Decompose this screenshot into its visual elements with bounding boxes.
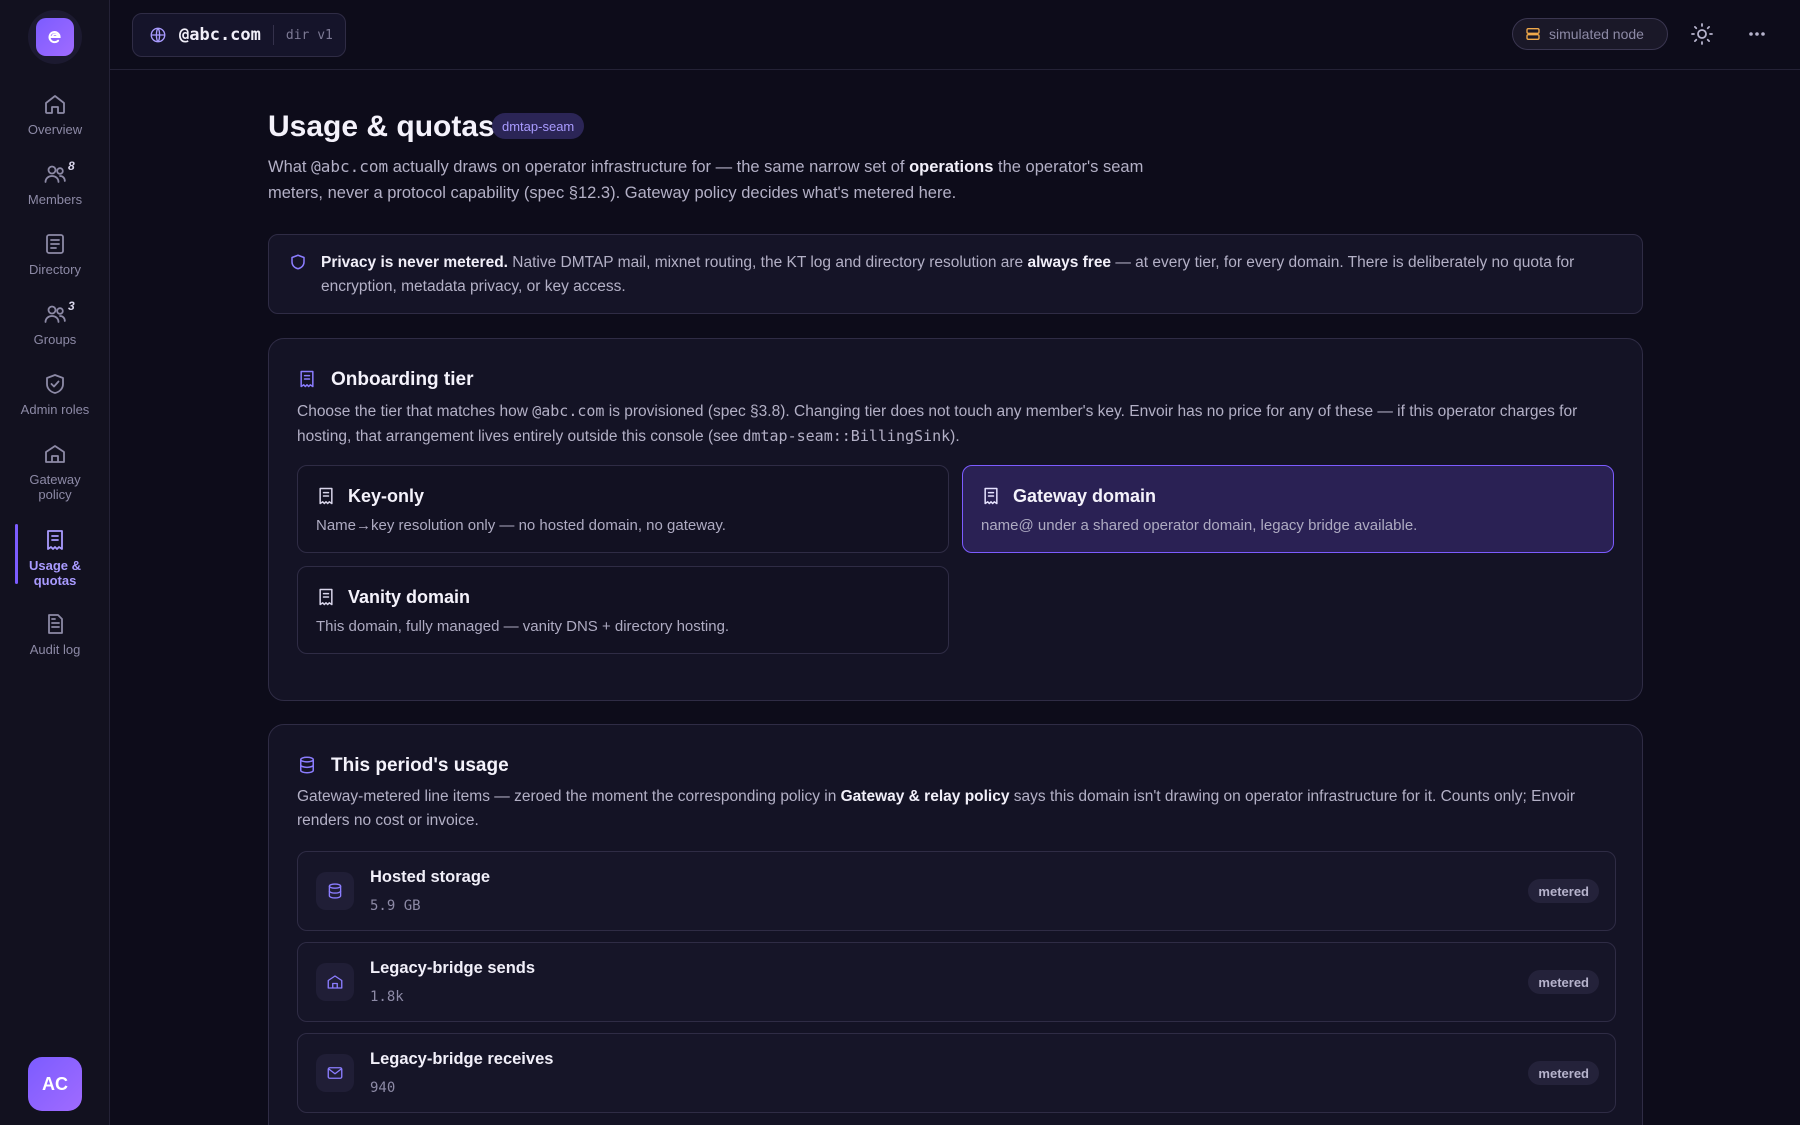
usage-item-value: 1.8k bbox=[370, 989, 404, 1005]
usage-item-legacy-bridge-receives[interactable]: Legacy-bridge receives 940 metered bbox=[297, 1033, 1616, 1113]
gateway-icon bbox=[316, 963, 354, 1001]
metered-badge: metered bbox=[1528, 1061, 1599, 1085]
sidebar-item-overview[interactable]: Overview bbox=[0, 92, 110, 137]
sidebar-item-members[interactable]: 8 Members bbox=[0, 159, 110, 207]
page-intro: What @abc.com actually draws on operator… bbox=[268, 157, 1144, 202]
receipt-icon bbox=[47, 530, 63, 550]
sidebar-item-audit-log[interactable]: Audit log bbox=[0, 612, 110, 657]
usage-item-value: 5.9 GB bbox=[370, 898, 421, 914]
usage-item-name: Hosted storage bbox=[370, 868, 491, 886]
metered-badge: metered bbox=[1528, 970, 1599, 994]
database-icon bbox=[316, 872, 354, 910]
tier-name: Key-only bbox=[348, 486, 425, 506]
sidebar-item-label: Members bbox=[27, 192, 83, 207]
avatar[interactable]: AC bbox=[28, 1057, 82, 1111]
gateway-icon bbox=[45, 445, 65, 463]
tier-option-key-only[interactable]: Key-only Name→key resolution only — no h… bbox=[297, 465, 949, 553]
tier-description: This domain, fully managed — vanity DNS … bbox=[316, 618, 730, 635]
sidebar-item-label: Usage & quotas bbox=[28, 558, 82, 588]
domain-name: @abc.com bbox=[179, 25, 261, 45]
sidebar-item-label: Admin roles bbox=[20, 402, 90, 417]
sidebar-item-admin-roles[interactable]: Admin roles bbox=[0, 372, 110, 417]
shield-check-icon bbox=[46, 374, 64, 394]
card-title: Onboarding tier bbox=[331, 369, 474, 390]
sidebar-item-directory[interactable]: Directory bbox=[0, 232, 110, 277]
avatar-initials: AC bbox=[42, 1073, 68, 1094]
users-icon bbox=[44, 305, 66, 323]
page-title: Usage & quotas bbox=[268, 110, 495, 143]
divider bbox=[272, 25, 274, 45]
file-text-icon bbox=[48, 614, 63, 634]
node-status-label: simulated node bbox=[1549, 26, 1644, 42]
receipt-icon bbox=[319, 588, 333, 606]
receipt-icon bbox=[319, 487, 333, 505]
sidebar-item-label: Audit log bbox=[29, 642, 81, 657]
sidebar-item-groups[interactable]: 3 Groups bbox=[0, 299, 110, 347]
usage-item-name: Legacy-bridge receives bbox=[370, 1050, 554, 1068]
database-icon bbox=[300, 756, 314, 774]
tier-description: name@ under a shared operator domain, le… bbox=[981, 517, 1418, 534]
receipt-icon bbox=[984, 487, 998, 505]
more-options-icon[interactable] bbox=[1745, 22, 1769, 46]
logo-icon bbox=[36, 18, 74, 56]
sidebar-item-gateway-policy[interactable]: Gateway policy bbox=[0, 442, 110, 502]
globe-icon bbox=[150, 27, 166, 43]
period-usage-card: This period's usage Gateway-metered line… bbox=[268, 724, 1643, 1125]
topbar: @abc.com dir v1 simulated node bbox=[110, 0, 1800, 70]
logo[interactable] bbox=[28, 10, 82, 64]
sidebar-item-label: Overview bbox=[27, 122, 83, 137]
page-tag: dmtap-seam bbox=[492, 113, 585, 139]
sidebar-item-label: Gateway policy bbox=[29, 472, 81, 502]
users-icon bbox=[44, 165, 66, 183]
card-description: Gateway-metered line items — zeroed the … bbox=[297, 788, 1576, 829]
usage-item-value: 940 bbox=[370, 1080, 396, 1096]
tier-name: Vanity domain bbox=[348, 587, 471, 607]
tier-name: Gateway domain bbox=[1013, 486, 1157, 506]
sidebar-item-usage-quotas[interactable]: Usage & quotas bbox=[0, 524, 110, 588]
sidebar-item-label: Groups bbox=[33, 332, 77, 347]
node-status-badge[interactable]: simulated node bbox=[1512, 18, 1668, 50]
onboarding-tier-card: Onboarding tier Choose the tier that mat… bbox=[268, 338, 1643, 701]
domain-switcher[interactable]: @abc.com dir v1 bbox=[132, 13, 346, 57]
usage-item-name: Legacy-bridge sends bbox=[370, 959, 536, 977]
directory-version: dir v1 bbox=[285, 27, 333, 43]
shield-icon bbox=[291, 254, 305, 270]
privacy-notice: Privacy is never metered. Native DMTAP m… bbox=[268, 234, 1643, 314]
tier-option-vanity-domain[interactable]: Vanity domain This domain, fully managed… bbox=[297, 566, 949, 654]
home-icon bbox=[45, 95, 65, 114]
sidebar: Overview 8 Members Directory 3 Groups Ad… bbox=[0, 0, 110, 1125]
server-icon bbox=[1526, 28, 1540, 40]
tier-option-gateway-domain[interactable]: Gateway domain name@ under a shared oper… bbox=[962, 465, 1614, 553]
mail-icon bbox=[316, 1054, 354, 1092]
members-count-badge: 8 bbox=[68, 159, 75, 173]
sun-icon[interactable] bbox=[1690, 22, 1714, 46]
receipt-icon bbox=[300, 370, 314, 388]
card-description: Choose the tier that matches how @abc.co… bbox=[297, 402, 1578, 445]
tier-description: Name→key resolution only — no hosted dom… bbox=[316, 517, 726, 534]
sidebar-item-label: Directory bbox=[28, 262, 81, 277]
usage-item-hosted-storage[interactable]: Hosted storage 5.9 GB metered bbox=[297, 851, 1616, 931]
list-icon bbox=[46, 234, 64, 254]
usage-item-legacy-bridge-sends[interactable]: Legacy-bridge sends 1.8k metered bbox=[297, 942, 1616, 1022]
card-title: This period's usage bbox=[331, 755, 509, 776]
metered-badge: metered bbox=[1528, 879, 1599, 903]
groups-count-badge: 3 bbox=[68, 299, 75, 313]
